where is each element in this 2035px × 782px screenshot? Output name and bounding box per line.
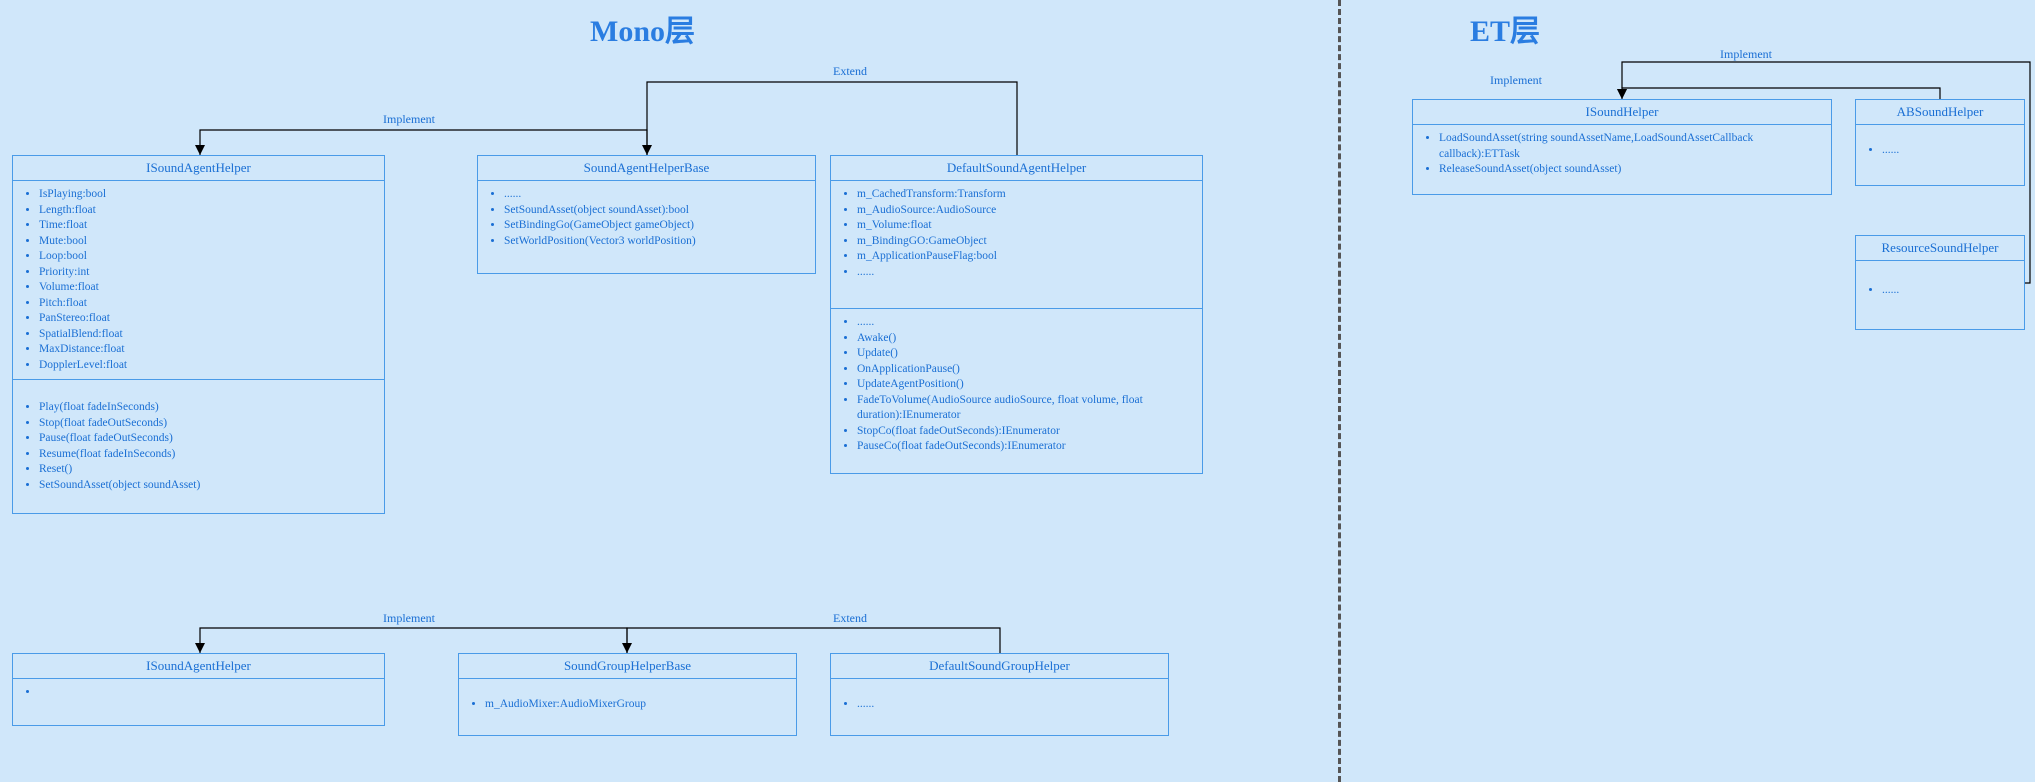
class-members: ...... [1856,261,2024,329]
class-item [39,685,376,701]
class-method: Stop(float fadeOutSeconds) [39,416,376,432]
class-prop: IsPlaying:bool [39,187,376,203]
class-item: ReleaseSoundAsset(object soundAsset) [1439,162,1823,178]
section-title-et: ET层 [1470,6,1540,50]
class-prop: Mute:bool [39,234,376,250]
class-defaultsoundgrouphelper: DefaultSoundGroupHelper ...... [830,653,1169,736]
class-item: LoadSoundAsset(string soundAssetName,Loa… [1439,131,1823,162]
class-isoundhelper: ISoundHelper LoadSoundAsset(string sound… [1412,99,1832,195]
class-prop: Volume:float [39,280,376,296]
class-item: m_AudioMixer:AudioMixerGroup [485,697,788,713]
edge-label-implement: Implement [1720,47,1772,62]
class-members: ...... [1856,125,2024,185]
class-methods: Play(float fadeInSeconds) Stop(float fad… [13,380,384,513]
class-soundagenthelperbase: SoundAgentHelperBase ...... SetSoundAsse… [477,155,816,274]
class-method: PauseCo(float fadeOutSeconds):IEnumerato… [857,439,1194,455]
class-title: ISoundAgentHelper [13,156,384,181]
class-prop: SpatialBlend:float [39,327,376,343]
class-prop: m_CachedTransform:Transform [857,187,1194,203]
class-prop: DopplerLevel:float [39,358,376,374]
class-title: ResourceSoundHelper [1856,236,2024,261]
class-title: SoundAgentHelperBase [478,156,815,181]
edge-label-implement: Implement [383,611,435,626]
class-members: ...... SetSoundAsset(object soundAsset):… [478,181,815,273]
class-prop: Loop:bool [39,249,376,265]
class-item: SetSoundAsset(object soundAsset):bool [504,203,807,219]
class-title: ISoundAgentHelper [13,654,384,679]
class-members [13,679,384,725]
class-method: ...... [857,315,1194,331]
class-method: Pause(float fadeOutSeconds) [39,431,376,447]
class-title: ABSoundHelper [1856,100,2024,125]
class-item: ...... [1882,143,2016,159]
class-method: OnApplicationPause() [857,362,1194,378]
class-absoundhelper: ABSoundHelper ...... [1855,99,2025,186]
class-prop: Length:float [39,203,376,219]
class-item: SetWorldPosition(Vector3 worldPosition) [504,234,807,250]
class-method: Awake() [857,331,1194,347]
class-members: ...... [831,679,1168,735]
class-method: Reset() [39,462,376,478]
class-title: SoundGroupHelperBase [459,654,796,679]
class-prop: ...... [857,265,1194,281]
class-isoundagenthelper: ISoundAgentHelper IsPlaying:bool Length:… [12,155,385,514]
class-method: FadeToVolume(AudioSource audioSource, fl… [857,393,1194,424]
section-divider [1338,0,1341,782]
class-method: Update() [857,346,1194,362]
class-prop: m_BindingGO:GameObject [857,234,1194,250]
class-properties: IsPlaying:bool Length:float Time:float M… [13,181,384,380]
class-members: m_AudioMixer:AudioMixerGroup [459,679,796,735]
class-title: DefaultSoundAgentHelper [831,156,1202,181]
class-members: LoadSoundAsset(string soundAssetName,Loa… [1413,125,1831,194]
edge-label-extend: Extend [833,64,867,79]
class-item: ...... [1882,283,2016,299]
class-method: UpdateAgentPosition() [857,377,1194,393]
class-methods: ...... Awake() Update() OnApplicationPau… [831,309,1202,473]
class-method: SetSoundAsset(object soundAsset) [39,478,376,494]
class-soundgrouphelperbase: SoundGroupHelperBase m_AudioMixer:AudioM… [458,653,797,736]
class-method: Resume(float fadeInSeconds) [39,447,376,463]
class-item: ...... [857,697,1160,713]
edge-label-implement: Implement [383,112,435,127]
class-title: DefaultSoundGroupHelper [831,654,1168,679]
class-prop: Priority:int [39,265,376,281]
class-prop: MaxDistance:float [39,342,376,358]
class-properties: m_CachedTransform:Transform m_AudioSourc… [831,181,1202,309]
class-prop: Pitch:float [39,296,376,312]
class-method: Play(float fadeInSeconds) [39,400,376,416]
class-item: ...... [504,187,807,203]
class-prop: m_Volume:float [857,218,1194,234]
class-prop: m_ApplicationPauseFlag:bool [857,249,1194,265]
class-item: SetBindingGo(GameObject gameObject) [504,218,807,234]
section-title-mono: Mono层 [590,6,695,50]
edge-label-implement: Implement [1490,73,1542,88]
class-method: StopCo(float fadeOutSeconds):IEnumerator [857,424,1194,440]
class-resourcesoundhelper: ResourceSoundHelper ...... [1855,235,2025,330]
class-prop: PanStereo:float [39,311,376,327]
class-title: ISoundHelper [1413,100,1831,125]
class-defaultsoundagenthelper: DefaultSoundAgentHelper m_CachedTransfor… [830,155,1203,474]
class-isoundagenthelper-bottom: ISoundAgentHelper [12,653,385,726]
class-prop: m_AudioSource:AudioSource [857,203,1194,219]
class-prop: Time:float [39,218,376,234]
edge-label-extend: Extend [833,611,867,626]
